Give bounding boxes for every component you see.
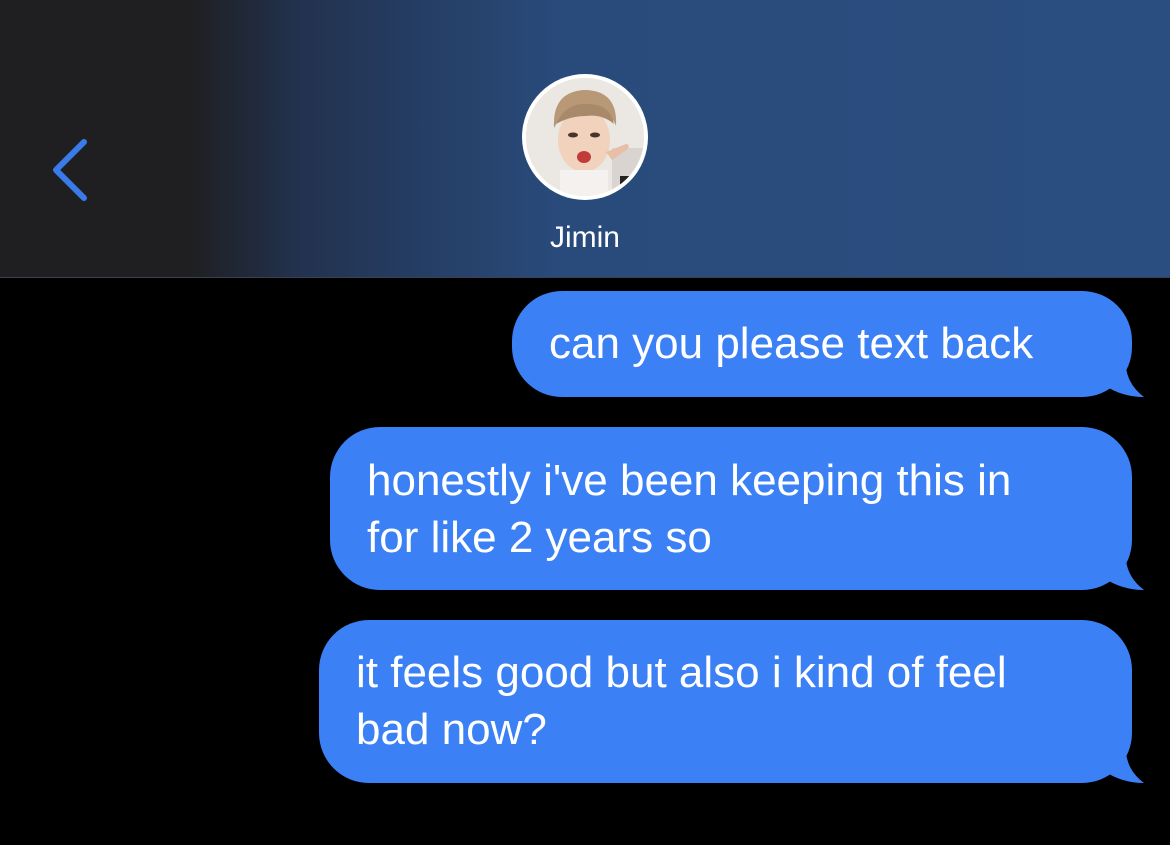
message-text-line: for like 2 years so: [367, 513, 712, 562]
message-text: can you please text back: [549, 319, 1034, 368]
message-bubble-outgoing[interactable]: it feels good but also i kind of feel ba…: [319, 620, 1144, 783]
message-text-line: it feels good but also i kind of feel: [356, 648, 1007, 697]
chevron-left-icon: [53, 139, 87, 201]
contact-avatar[interactable]: [522, 74, 648, 200]
message-bubble-outgoing[interactable]: can you please text back: [512, 291, 1144, 397]
message-bubble-outgoing[interactable]: honestly i've been keeping this in for l…: [330, 427, 1144, 590]
contact-name[interactable]: Jimin: [485, 220, 685, 256]
avatar-photo: [526, 78, 644, 196]
message-text-line: honestly i've been keeping this in: [367, 456, 1012, 505]
message-text-line: bad now?: [356, 705, 547, 754]
conversation-header: Jimin: [0, 0, 1170, 278]
messages-screen: Jimin can you please text back honestly …: [0, 0, 1170, 845]
back-button[interactable]: [38, 128, 108, 218]
